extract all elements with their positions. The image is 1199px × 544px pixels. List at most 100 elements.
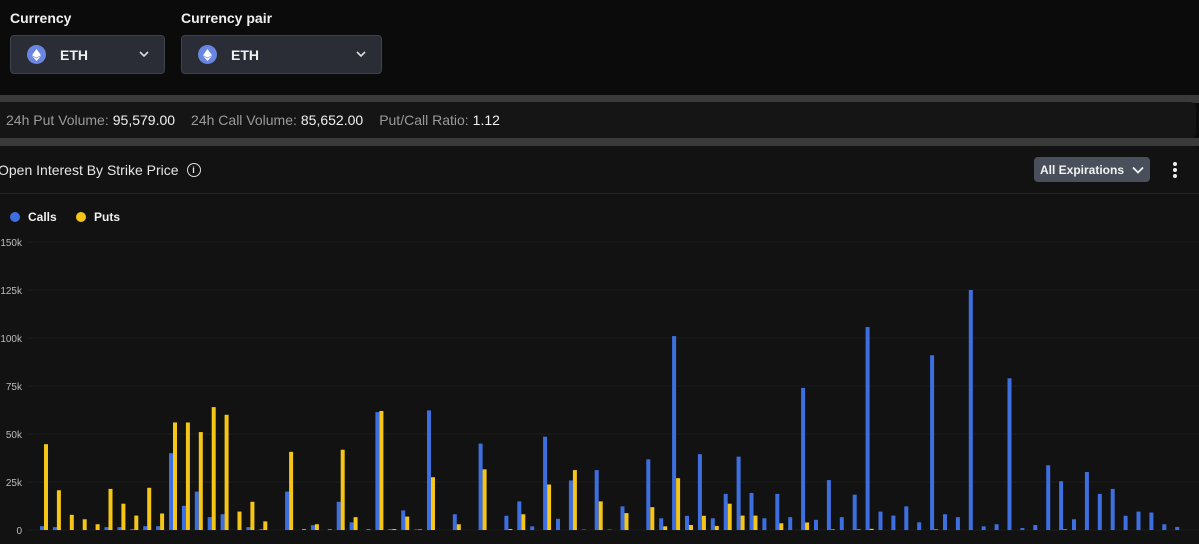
puts-bar [198, 432, 203, 530]
calls-bar [556, 518, 560, 530]
calls-bar [788, 517, 793, 530]
calls-bar [865, 327, 870, 530]
calls-bar [130, 529, 135, 530]
calls-bar [672, 336, 677, 530]
calls-bar [594, 470, 599, 530]
calls-bar [207, 517, 212, 530]
puts-bar [327, 529, 332, 530]
calls-bar [336, 501, 341, 530]
calls-bar [401, 510, 406, 530]
calls-bar [517, 501, 522, 530]
calls-bar [1123, 515, 1128, 530]
calls-bar [194, 491, 199, 530]
open-interest-chart: 0 25k 50k 75k 100k 125k 150k [0, 238, 1199, 537]
puts-bar [663, 526, 668, 530]
calls-bar [143, 526, 148, 530]
calls-bar [1149, 512, 1154, 530]
calls-bar [246, 527, 251, 530]
calls-bar [852, 494, 857, 530]
calls-bar [285, 491, 290, 530]
y-tick-label: 50k [6, 430, 23, 441]
puts-bar [44, 444, 48, 530]
calls-bar [904, 506, 909, 530]
y-tick-label: 100k [0, 334, 23, 345]
puts-bar [147, 487, 152, 530]
calls-bar [826, 480, 831, 530]
calls-bar [955, 517, 960, 530]
calls-bar [1007, 378, 1012, 530]
puts-bar [379, 410, 384, 530]
calls-bar [968, 290, 973, 530]
puts-bar [689, 525, 693, 530]
y-tick-label: 0 [16, 526, 22, 537]
puts-bar [418, 529, 423, 530]
puts-bar [701, 515, 706, 530]
calls-bar [1110, 488, 1115, 530]
calls-bar [220, 514, 225, 530]
puts-bar [56, 490, 61, 530]
calls-bar [581, 529, 586, 530]
puts-bar [314, 524, 319, 530]
puts-bar [934, 529, 939, 530]
calls-bar [40, 526, 44, 530]
calls-bar [259, 529, 264, 530]
puts-bar [431, 477, 435, 530]
puts-bar [598, 501, 603, 530]
puts-bar [340, 449, 345, 530]
puts-bar [405, 516, 410, 530]
calls-bar [117, 527, 122, 530]
calls-bar [375, 412, 380, 530]
calls-bar [1033, 525, 1038, 530]
calls-bar [310, 525, 315, 530]
puts-bar [805, 522, 810, 530]
puts-bar [69, 514, 74, 530]
calls-bar [427, 410, 431, 530]
calls-bar [181, 505, 186, 530]
puts-bar [237, 511, 242, 530]
puts-bar [211, 407, 216, 530]
calls-bar [775, 493, 780, 530]
calls-bar [568, 480, 573, 530]
calls-bar [994, 524, 999, 530]
puts-bar [302, 529, 306, 530]
calls-bar [543, 436, 548, 530]
y-tick-label: 25k [6, 478, 23, 489]
puts-bar [121, 503, 126, 530]
puts-bar [521, 514, 526, 530]
calls-bar [1020, 528, 1025, 530]
calls-bar [478, 443, 483, 530]
puts-bar [173, 422, 177, 530]
puts-bar [353, 517, 358, 530]
puts-bar [830, 529, 835, 530]
calls-bar [620, 506, 625, 530]
calls-bar [749, 492, 754, 530]
calls-bar [723, 493, 728, 530]
puts-bar [740, 515, 745, 530]
puts-bar [676, 478, 681, 530]
calls-bar [530, 526, 535, 530]
puts-bar [547, 484, 552, 530]
puts-bar [366, 529, 371, 530]
puts-bar [714, 525, 719, 530]
calls-bar [943, 514, 947, 530]
puts-bar [108, 488, 113, 530]
puts-bar [1063, 529, 1068, 530]
calls-bar [1084, 472, 1089, 530]
y-tick-label: 150k [0, 238, 23, 249]
calls-bar [697, 454, 702, 530]
calls-bar [1072, 519, 1076, 530]
puts-bar [650, 507, 655, 530]
puts-bar [482, 469, 487, 530]
calls-bar [607, 529, 612, 530]
calls-bar [736, 456, 741, 530]
puts-bar [753, 515, 758, 530]
puts-bar [856, 529, 861, 530]
calls-bar [710, 518, 715, 530]
calls-bar [814, 519, 818, 530]
calls-bar [169, 453, 173, 530]
puts-bar [624, 513, 629, 530]
puts-bar [95, 524, 100, 530]
puts-bar [779, 523, 784, 530]
calls-bar [1059, 481, 1064, 530]
puts-bar [224, 414, 229, 530]
